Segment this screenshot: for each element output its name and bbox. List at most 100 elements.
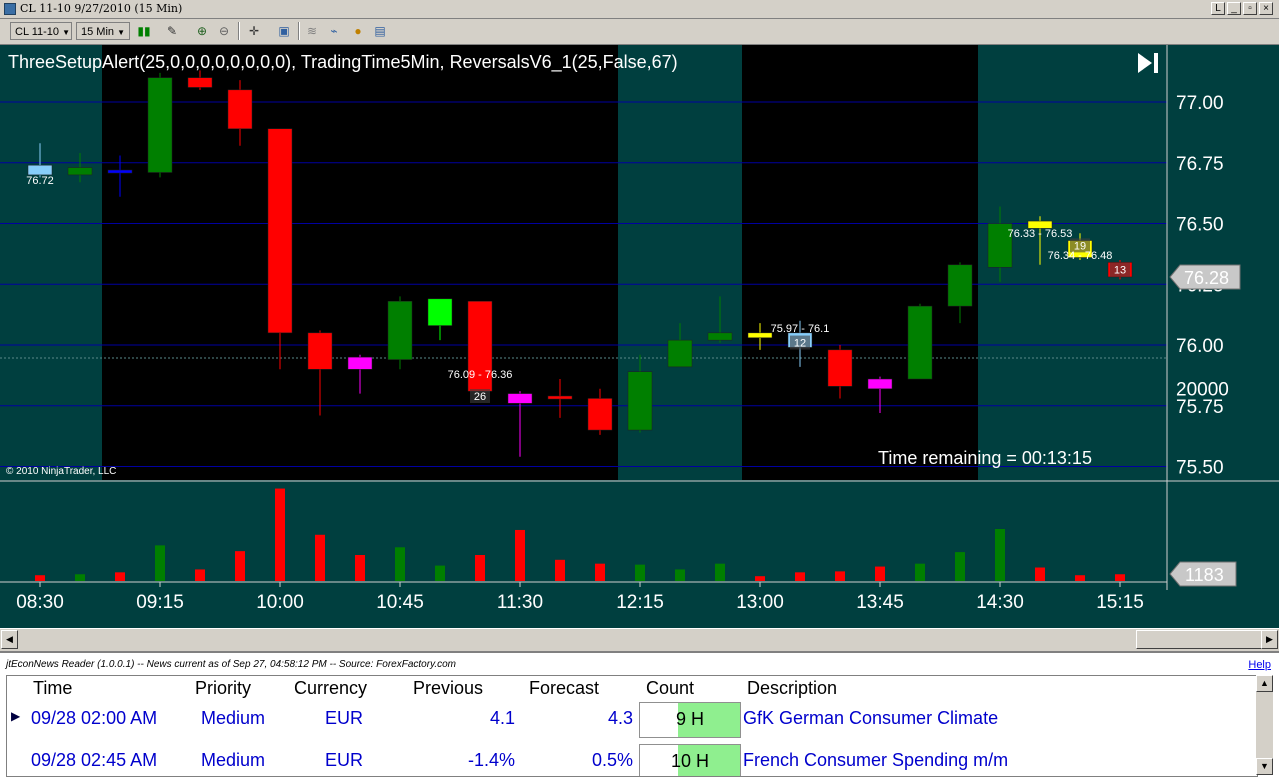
column-header-time[interactable]: Time [33,678,72,699]
price-chart[interactable]: 76.72 76.09 - 76.36 26 75.97 - 76.1 12 76.33 … [0,45,1279,628]
price-range-label: 76.33 - 76.53 [1008,228,1073,240]
candle [907,303,933,380]
volume-bar [75,574,85,581]
volume-bar [555,559,565,581]
volume-bar [1035,567,1045,581]
zoom-in-icon[interactable]: ⊕ [194,23,210,39]
candle-body [547,395,573,400]
news-vertical-scrollbar[interactable]: ▲ ▼ [1256,675,1273,775]
candle-body [627,371,653,431]
candle-body [67,167,93,176]
template-icon[interactable]: ▤ [372,23,388,39]
help-link[interactable]: Help [1248,659,1271,671]
time-tick-label: 14:30 [976,592,1024,613]
price-tick-label: 75.50 [1176,458,1224,479]
column-header-previous[interactable]: Previous [413,678,483,699]
time-tick-label: 10:45 [376,592,424,613]
candle-body [427,298,453,326]
time-tick-label: 09:15 [136,592,184,613]
chart-canvas[interactable]: 76.72 76.09 - 76.36 26 75.97 - 76.1 12 76.33 … [0,45,1279,628]
scroll-left-button[interactable]: ◀ [1,630,18,649]
news-grid: Time Priority Currency Previous Forecast… [6,675,1258,777]
candle-body [347,356,373,370]
volume-bar [395,547,405,581]
price-range-label: 75.97 - 76.1 [771,323,830,335]
strategy-icon[interactable]: ● [350,23,366,39]
zoom-out-icon[interactable]: ⊖ [216,23,232,39]
price-range-label: 76.72 [26,175,54,187]
candle-body [667,339,693,368]
drawing-tool-icon[interactable]: ✎ [164,23,180,39]
row-count: 9 H [639,702,741,738]
price-range-label: 76.34 - 76.48 [1048,250,1113,262]
price-tick-label: 76.00 [1176,336,1224,357]
candle-body [267,128,293,334]
price-range-label: 76.09 - 76.36 [448,369,513,381]
volume-tick-label: 20000 [1176,379,1229,400]
volume-bar [715,563,725,581]
candle-body [27,164,53,176]
column-header-count[interactable]: Count [646,678,694,699]
scroll-up-button[interactable]: ▲ [1256,675,1273,692]
lock-window-button[interactable]: L [1211,2,1225,15]
row-count-label: 10 H [670,751,710,771]
toolbar-separator [238,22,240,40]
volume-bar [275,488,285,581]
candle [987,206,1013,282]
volume-bar [675,569,685,581]
last-price-marker: 76.28 [1169,264,1241,290]
data-box-icon[interactable]: ≋ [304,23,320,39]
candle [387,296,413,370]
volume-bar [755,576,765,581]
interval-value: 15 Min [81,26,115,38]
time-remaining-label: Time remaining = 00:13:15 [878,448,1092,468]
bar-count-badge: 26 [470,389,490,404]
chevron-down-icon: ▼ [62,28,71,37]
volume-bar [875,566,885,581]
time-tick-label: 10:00 [256,592,304,613]
candle-body [907,305,933,380]
candle [667,323,693,368]
badge-label: 13 [1114,265,1126,277]
crosshair-icon[interactable]: ✛ [246,23,262,39]
maximize-button[interactable]: ▫ [1243,2,1257,15]
title-bar: CL 11-10 9/27/2010 (15 Min) L _ ▫ × [0,0,1279,19]
row-count-label: 9 H [675,709,704,729]
interval-select[interactable]: 15 Min ▼ [76,22,130,40]
candle-body [707,332,733,341]
candle [147,72,173,178]
badge-label: 12 [794,338,806,350]
instrument-select[interactable]: CL 11-10 ▼ [10,22,72,40]
scroll-thumb[interactable] [1136,630,1262,649]
volume-bar [915,563,925,581]
scroll-down-button[interactable]: ▼ [1256,758,1273,775]
row-time: 09/28 02:45 AM [31,750,158,770]
candle-body [147,77,173,173]
row-count: 10 H [639,744,741,776]
column-header-description[interactable]: Description [747,678,837,699]
candle-body [867,378,893,389]
time-tick-label: 08:30 [16,592,64,613]
properties-icon[interactable]: ▣ [276,23,292,39]
column-header-currency[interactable]: Currency [294,678,367,699]
indicators-icon[interactable]: ⌁ [326,23,342,39]
price-tick-label: 76.50 [1176,215,1224,236]
session-shade [102,45,618,480]
volume-bar [635,564,645,581]
volume-bar [835,571,845,581]
scroll-to-end-icon[interactable] [1138,53,1158,73]
minimize-button[interactable]: _ [1227,2,1241,15]
news-header: jtEconNews Reader (1.0.0.1) -- News curr… [6,659,456,670]
close-button[interactable]: × [1259,2,1273,15]
volume-bar [115,572,125,581]
chart-toolbar: CL 11-10 ▼ 15 Min ▼ ▮▮ ✎ ⊕ ⊖ ✛ ▣ ≋ ⌁ ● ▤ [0,19,1279,45]
column-header-priority[interactable]: Priority [195,678,251,699]
row-forecast: 4.3 [607,708,633,728]
bar-type-icon[interactable]: ▮▮ [136,23,152,39]
chart-horizontal-scrollbar[interactable]: ◀ ▶ [0,628,1279,651]
time-tick-label: 13:00 [736,592,784,613]
candle-body [947,264,973,307]
column-header-forecast[interactable]: Forecast [529,678,599,699]
candle [67,153,93,183]
scroll-right-button[interactable]: ▶ [1261,630,1278,649]
